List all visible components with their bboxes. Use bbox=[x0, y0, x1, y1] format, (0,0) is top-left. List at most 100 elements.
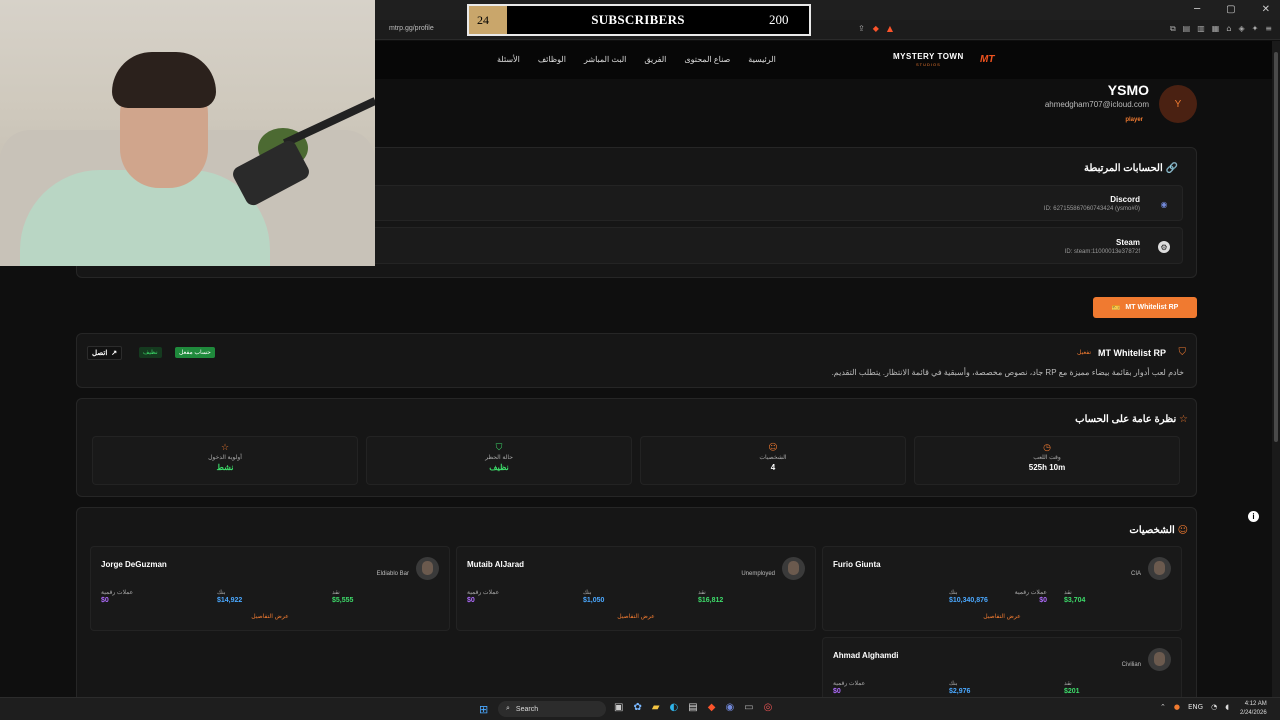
cash-column: نقد $201 bbox=[1064, 681, 1080, 695]
server-filter-button[interactable]: 🎫 MT Whitelist RP bbox=[1093, 297, 1197, 318]
nav-live[interactable]: البث المباشر bbox=[584, 55, 626, 64]
character-name: Jorge DeGuzman bbox=[101, 560, 167, 569]
character-job: Unemployed bbox=[741, 571, 775, 577]
app-icon[interactable]: ◎ bbox=[764, 702, 773, 713]
stat-characters: ☺ الشخصيات 4 bbox=[640, 436, 906, 485]
link-icon: 🔗 bbox=[1165, 163, 1178, 174]
shield-icon: ⛉ bbox=[495, 443, 503, 453]
profile-email: ahmedgham707@icloud.com bbox=[1044, 100, 1149, 109]
crypto-column: عملات رقمية $0 bbox=[1014, 590, 1047, 604]
subscriber-goal: 200 bbox=[769, 12, 789, 27]
mic-icon[interactable]: ● bbox=[1174, 703, 1180, 711]
character-avatar bbox=[1148, 557, 1171, 580]
nav-jobs[interactable]: الوظائف bbox=[538, 55, 566, 64]
account-name: Steam bbox=[1115, 238, 1140, 247]
nav-team[interactable]: الفريق bbox=[644, 55, 666, 64]
stat-ban-status: ⛉ حالة الحظر نظيف bbox=[366, 436, 632, 485]
active-account-badge: حساب مفعل bbox=[175, 347, 215, 358]
webcam-overlay bbox=[0, 0, 375, 266]
toolbar-icons: ⧉ ▤ ▥ ▦ ⌂ ◈ ✦ ≡ bbox=[1170, 24, 1272, 34]
logo-mark[interactable]: MT bbox=[980, 54, 994, 65]
discord-icon: ◉ bbox=[1160, 199, 1168, 209]
nav-links: الأسئلة الوظائف البث المباشر الفريق صناع… bbox=[497, 55, 776, 64]
logo-text: MYSTERY TOWN bbox=[893, 52, 964, 61]
scrollbar-thumb[interactable] bbox=[1274, 52, 1278, 442]
account-id: ID: steam:11000013e37872f bbox=[1064, 249, 1140, 255]
site-logo[interactable]: MYSTERY TOWN STUDIOS bbox=[893, 52, 964, 67]
characters-title: ☺ الشخصيات bbox=[1129, 525, 1188, 536]
system-tray: ⌃ ● ENG ◔ ◖ bbox=[1160, 703, 1229, 711]
user-icon: ☺ bbox=[1177, 525, 1188, 536]
taskbar-apps: ▣ ✿ ▰ ◐ ▤ ◆ ◉ ▭ ◎ bbox=[614, 702, 772, 713]
store-icon[interactable]: ▤ bbox=[688, 702, 697, 713]
character-job: Civilian bbox=[1121, 662, 1141, 668]
info-icon[interactable]: i bbox=[1248, 511, 1259, 522]
nav-creators[interactable]: صناع المحتوى bbox=[684, 55, 730, 64]
character-card-jorge[interactable]: Jorge DeGuzman Eldiablo Bar عملات رقمية $… bbox=[90, 546, 450, 631]
nav-home[interactable]: الرئيسية bbox=[748, 55, 776, 64]
stat-label: وقت اللعب bbox=[1033, 455, 1061, 461]
character-avatar bbox=[1148, 648, 1171, 671]
sidebar-icon[interactable]: ▥ bbox=[1197, 24, 1205, 34]
edge-icon[interactable]: ◐ bbox=[670, 702, 679, 713]
wallet-icon[interactable]: ◈ bbox=[1238, 24, 1244, 34]
server-name: MT Whitelist RP bbox=[1098, 348, 1166, 358]
vpn-icon[interactable]: ⌂ bbox=[1226, 24, 1231, 34]
connect-button[interactable]: اتصل ↗ bbox=[87, 346, 123, 360]
windows-taskbar: ⊞ ⌕ Search ▣ ✿ ▰ ◐ ▤ ◆ ◉ ▭ ◎ ⌃ ● ENG ◔ ◖… bbox=[0, 697, 1280, 720]
search-icon: ⌕ bbox=[506, 705, 510, 712]
character-job: CIA bbox=[1130, 571, 1141, 577]
stat-value: نشط bbox=[216, 463, 234, 472]
windows-start-icon[interactable]: ⊞ bbox=[479, 703, 491, 716]
chevron-up-icon[interactable]: ⌃ bbox=[1160, 703, 1166, 711]
character-card-mutaib[interactable]: Mutaib AlJarad Unemployed عملات رقمية $0 … bbox=[456, 546, 816, 631]
stat-value: نظيف bbox=[489, 463, 509, 472]
crypto-column: عملات رقمية $0 bbox=[467, 590, 500, 604]
maximize-icon[interactable]: ▢ bbox=[1226, 4, 1235, 15]
url-text[interactable]: mtrp.gg/profile bbox=[389, 25, 434, 32]
close-icon[interactable]: ✕ bbox=[1262, 4, 1270, 15]
character-name: Furio Giunta bbox=[833, 560, 881, 569]
copilot-icon[interactable]: ✿ bbox=[633, 702, 641, 713]
character-name: Ahmad Alghamdi bbox=[833, 651, 899, 660]
view-details-link[interactable]: عرض التفاصيل bbox=[457, 613, 815, 620]
discord-taskbar-icon[interactable]: ◉ bbox=[725, 702, 734, 713]
subscriber-label: SUBSCRIBERS bbox=[591, 12, 685, 27]
logo-subtext: STUDIOS bbox=[915, 62, 941, 67]
extensions-icon[interactable]: ⧉ bbox=[1170, 24, 1176, 34]
language-indicator[interactable]: ENG bbox=[1188, 703, 1203, 711]
brave-browser-icon[interactable]: ◆ bbox=[708, 702, 716, 713]
stat-playtime: ◷ وقت اللعب 525h 10m bbox=[914, 436, 1180, 485]
brave-shield-icon[interactable]: ◆ bbox=[873, 24, 879, 33]
window-controls: ─ ▢ ✕ bbox=[1194, 4, 1270, 15]
cash-column: نقد $3,704 bbox=[1064, 590, 1086, 604]
nav-faq[interactable]: الأسئلة bbox=[497, 55, 520, 64]
stat-label: أولوية الدخول bbox=[208, 455, 242, 461]
star-icon: ☆ bbox=[1179, 414, 1188, 425]
volume-icon[interactable]: ◖ bbox=[1225, 703, 1229, 711]
cash-column: نقد $5,555 bbox=[332, 590, 354, 604]
clock-icon: ◷ bbox=[1043, 443, 1051, 453]
task-view-icon[interactable]: ▣ bbox=[614, 702, 623, 713]
wifi-icon[interactable]: ◔ bbox=[1211, 703, 1217, 711]
brave-rewards-icon[interactable]: ▲ bbox=[887, 24, 893, 33]
stat-value: 525h 10m bbox=[1028, 463, 1066, 472]
taskbar-clock[interactable]: 4:12 AM 2/24/2026 bbox=[1240, 700, 1267, 718]
character-job: Eldiablo Bar bbox=[376, 571, 409, 577]
xbox-icon[interactable]: ▭ bbox=[744, 702, 753, 713]
view-details-link[interactable]: عرض التفاصيل bbox=[91, 613, 449, 620]
menu-icon[interactable]: ≡ bbox=[1265, 24, 1272, 34]
share-icon[interactable]: ⇪ bbox=[858, 24, 865, 33]
profile-avatar: Y bbox=[1159, 85, 1197, 123]
tabs-icon[interactable]: ▦ bbox=[1212, 24, 1220, 34]
character-card-ahmad[interactable]: Ahmad Alghamdi Civilian عملات رقمية $0 بن… bbox=[822, 637, 1182, 697]
reader-icon[interactable]: ▤ bbox=[1183, 24, 1191, 34]
server-shield-icon: ⛉ bbox=[1178, 347, 1187, 358]
character-card-furio[interactable]: Furio Giunta CIA عملات رقمية $0 بنك $10,34… bbox=[822, 546, 1182, 631]
leo-icon[interactable]: ✦ bbox=[1252, 24, 1259, 34]
view-details-link[interactable]: عرض التفاصيل bbox=[823, 613, 1181, 620]
linked-accounts-title: 🔗 الحسابات المرتبطة bbox=[1084, 163, 1178, 174]
minimize-icon[interactable]: ─ bbox=[1194, 4, 1200, 15]
file-explorer-icon[interactable]: ▰ bbox=[652, 702, 660, 713]
taskbar-search[interactable]: ⌕ Search bbox=[498, 701, 606, 717]
